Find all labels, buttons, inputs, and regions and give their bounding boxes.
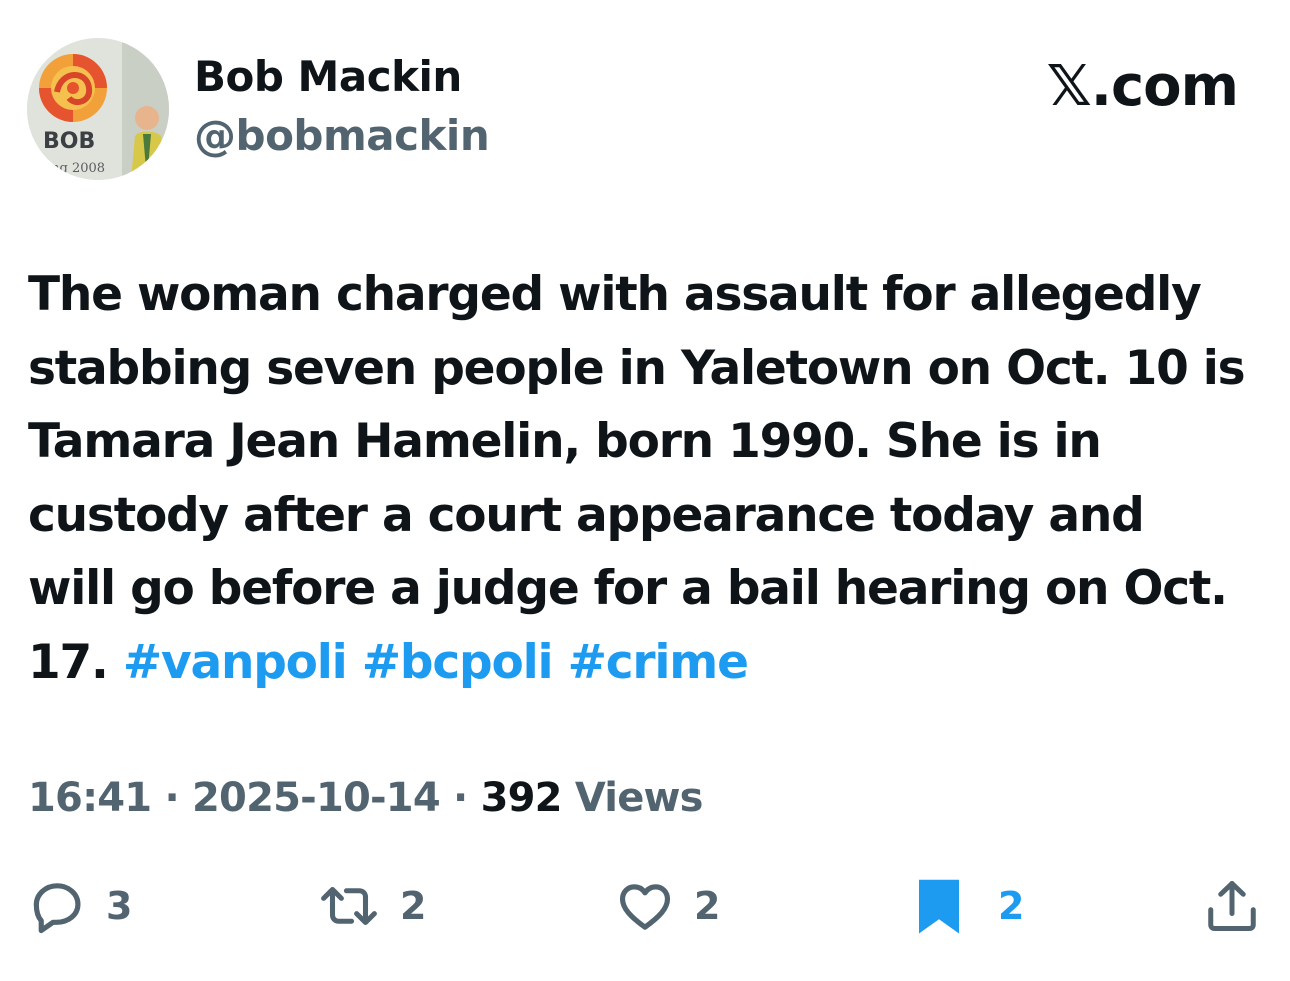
avatar-subtext: ing 2008 xyxy=(47,161,105,176)
meta-separator: · xyxy=(453,775,468,821)
like-icon xyxy=(619,884,671,930)
tweet-time[interactable]: 16:41 xyxy=(28,775,152,821)
tweet-text: The woman charged with assault for alleg… xyxy=(28,258,1268,699)
hashtag-bcpoli[interactable]: #bcpoli xyxy=(362,635,554,690)
like-button[interactable]: 2 xyxy=(614,868,720,944)
bookmark-icon xyxy=(919,879,959,934)
avatar[interactable]: BOB ing 2008 xyxy=(27,38,169,180)
tweet-line: The woman charged with assault for alleg… xyxy=(28,267,1202,322)
share-button[interactable] xyxy=(1202,868,1262,944)
views-label: Views xyxy=(574,775,704,821)
repost-count: 2 xyxy=(400,884,427,928)
tweet-date[interactable]: 2025-10-14 xyxy=(192,775,441,821)
action-bar: 3 2 2 2 xyxy=(0,868,1290,944)
repost-icon xyxy=(321,886,377,926)
x-logo: 𝕏.com xyxy=(1046,54,1239,119)
avatar-image: BOB ing 2008 xyxy=(27,38,169,180)
repost-button[interactable]: 2 xyxy=(316,868,426,944)
like-count: 2 xyxy=(694,884,721,928)
meta-separator: · xyxy=(164,775,179,821)
views-count: 392 xyxy=(480,775,563,821)
tweet-line: Tamara Jean Hamelin, born 1990. She is i… xyxy=(28,414,1102,469)
share-icon xyxy=(1208,881,1256,931)
bookmark-button[interactable]: 2 xyxy=(914,868,1024,944)
author-handle[interactable]: @bobmackin xyxy=(194,111,490,160)
hashtag-crime[interactable]: #crime xyxy=(568,635,749,690)
author-name[interactable]: Bob Mackin xyxy=(194,52,462,101)
tweet-line: stabbing seven people in Yaletown on Oct… xyxy=(28,340,1246,396)
reply-icon xyxy=(33,883,81,934)
tweet-line: will go before a judge for a bail hearin… xyxy=(28,561,1228,616)
reply-count: 3 xyxy=(106,884,133,928)
tweet-meta: 16:41 · 2025-10-14 · 392 Views xyxy=(28,775,703,821)
tweet-line: custody after a court appearance today a… xyxy=(28,487,1145,543)
hashtag-vanpoli[interactable]: #vanpoli xyxy=(123,635,348,690)
reply-button[interactable]: 3 xyxy=(26,868,132,944)
tweet-line-last: 17. #vanpoli #bcpoli #crime xyxy=(28,626,1268,700)
avatar-text: BOB xyxy=(43,129,95,154)
tweet-line-prefix: 17. xyxy=(28,634,123,690)
bookmark-count: 2 xyxy=(998,884,1025,928)
